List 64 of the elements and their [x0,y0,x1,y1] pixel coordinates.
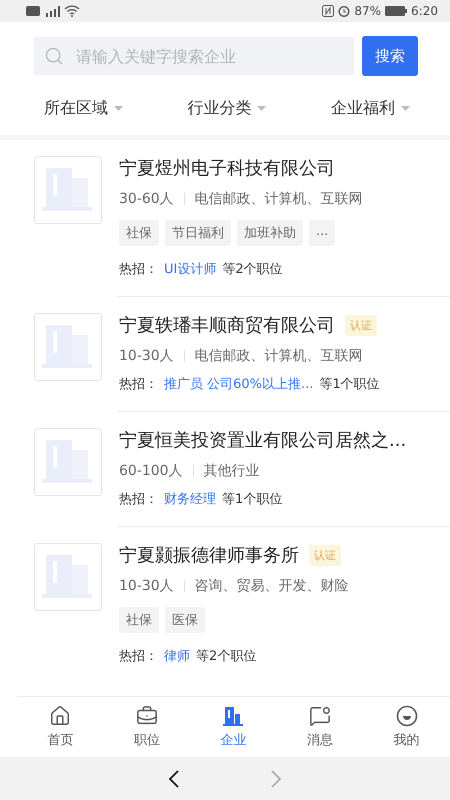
signal-icon [44,6,60,16]
nav-tab[interactable]: 消息 [276,697,364,757]
hot-label: 热招： [119,648,158,665]
company-name[interactable]: 宁夏颢振德律师事务所 [119,543,299,567]
company-name[interactable]: 宁夏煜州电子科技有限公司 [119,156,335,180]
company-industry: 电信邮政、计算机、互联网 [194,347,363,365]
search-button[interactable]: 搜索 [362,36,418,76]
company-size: 60-100人 [119,462,183,480]
caret-icon [257,106,266,111]
briefcase-icon [136,705,158,727]
nav-tab[interactable]: 职位 [104,697,190,757]
filter-dropdown[interactable]: 企业福利 [330,98,410,119]
job-count: 等1个职位 [319,376,380,393]
job-link[interactable]: 推广员 公司60%以上推... [164,375,314,393]
building-icon [222,705,244,727]
company-industry: 电信邮政、计算机、互联网 [194,190,363,208]
verified-badge: 认证 [309,544,341,566]
search-icon [44,46,64,66]
job-link[interactable]: 财务经理 [164,490,216,508]
caret-icon [400,106,410,111]
nav-tab[interactable]: 首页 [17,697,104,757]
back-button[interactable] [168,768,180,788]
caret-icon [114,106,124,111]
job-count: 等2个职位 [222,261,283,278]
nfc-icon [322,5,334,17]
company-industry: 其他行业 [204,462,260,480]
face-icon [396,705,418,727]
home-icon [49,705,72,727]
job-link[interactable]: UI设计师 [164,260,216,278]
benefit-tag: 医保 [165,607,205,633]
verified-badge: 认证 [345,314,377,336]
company-logo [34,313,102,381]
benefit-tag: 节日福利 [165,220,231,246]
nav-tab[interactable]: 企业 [190,697,277,757]
company-name[interactable]: 宁夏恒美投资置业有限公司居然之... [119,428,406,452]
benefit-tag: 社保 [119,220,159,246]
nav-tab[interactable]: 我的 [363,697,450,757]
message-icon [309,705,332,727]
search-bar[interactable]: 请输入关键字搜索企业 [34,37,354,75]
job-count: 等1个职位 [222,491,282,508]
company-name[interactable]: 宁夏轶璠丰顺商贸有限公司 [119,313,335,337]
company-industry: 咨询、贸易、开发、财险 [194,577,349,595]
company-logo [34,428,102,496]
job-count: 等2个职位 [196,648,256,665]
battery-percent: 87% [354,4,382,18]
hot-label: 热招： [119,376,158,393]
company-size: 10-30人 [119,577,174,595]
company-logo [34,543,102,611]
search-field[interactable]: 请输入关键字搜索企业 [74,46,344,66]
benefit-tag: 加班补助 [237,220,303,246]
job-link[interactable]: 律师 [164,647,190,665]
hot-label: 热招： [119,261,158,278]
filter-dropdown[interactable]: 所在区域 [44,98,124,119]
filter-dropdown[interactable]: 行业分类 [187,98,266,119]
benefit-tag: 社保 [119,607,159,633]
battery-icon [385,6,408,16]
clock-time: 6:20 [411,4,438,18]
benefit-tag: ... [309,220,336,246]
alarm-icon [338,5,350,17]
wifi-icon [64,5,80,17]
hot-label: 热招： [119,491,158,508]
company-size: 30-60人 [119,190,174,208]
company-size: 10-30人 [119,347,174,365]
company-logo [34,156,102,224]
